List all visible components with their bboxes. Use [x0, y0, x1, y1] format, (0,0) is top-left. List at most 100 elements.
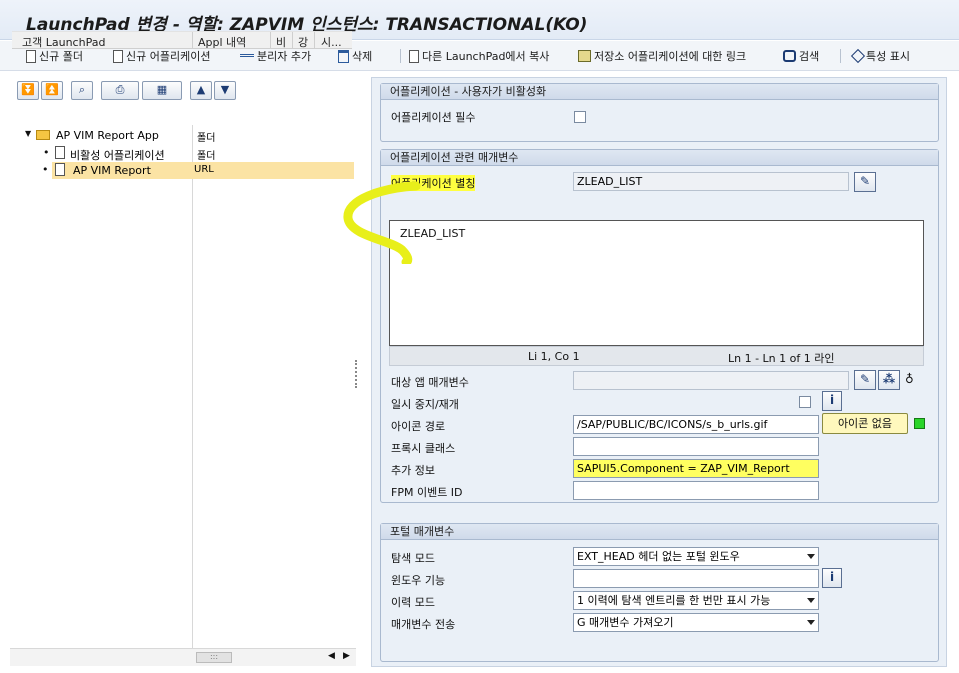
text-editor[interactable]: ZLEAD_LIST [389, 220, 924, 346]
nav-mode-value: EXT_HEAD 헤더 없는 포털 윈도우 [577, 550, 740, 563]
copy-from-launchpad-button[interactable]: 다른 LaunchPad에서 복사 [409, 48, 549, 64]
print-button[interactable]: ⎙ [101, 81, 139, 100]
scroll-right-icon[interactable]: ▶ [343, 651, 350, 661]
icon-path-label: 아이콘 경로 [391, 420, 446, 433]
pause-checkbox[interactable] [799, 396, 811, 408]
tree-node-label: AP VIM Report [73, 164, 151, 177]
group-title: 어플리케이션 관련 매개변수 [381, 150, 938, 166]
tree-node-label: 비활성 어플리케이션 [70, 149, 165, 162]
tree-node-inactive-apps[interactable]: • 비활성 어플리케이션 폴더 [12, 145, 354, 162]
link-icon [578, 50, 591, 62]
extra-info-label: 추가 정보 [391, 464, 435, 477]
horizontal-scrollbar[interactable]: ::: ◀ ▶ [10, 648, 356, 666]
column-header-launchpad[interactable]: 고객 LaunchPad [22, 34, 105, 50]
chevron-down-icon [807, 620, 815, 625]
no-icon-button[interactable]: 아이콘 없음 [822, 413, 908, 434]
param-transfer-dropdown[interactable]: G 매개변수 가져오기 [573, 613, 819, 632]
column-header-start[interactable]: 시... [321, 34, 342, 50]
window-func-info-button[interactable]: i [822, 568, 842, 588]
group-title: 어플리케이션 - 사용자가 비활성화 [381, 84, 938, 100]
delete-label: 삭제 [352, 50, 373, 63]
details-pane: 어플리케이션 - 사용자가 비활성화 어플리케이션 필수 어플리케이션 관련 매… [371, 77, 947, 667]
target-params-field [573, 371, 849, 390]
edit-alias-button[interactable]: ✎ [854, 172, 876, 192]
editor-line-count: Ln 1 - Ln 1 of 1 라인 [728, 352, 835, 365]
tree-header: 고객 LaunchPad Appl 내역 비 강 시... [12, 31, 352, 49]
toolbar-divider [840, 49, 841, 63]
tree-node-type: 폴더 [197, 151, 216, 162]
folder-icon [36, 130, 50, 140]
splitter-grip[interactable] [355, 360, 359, 388]
document-icon [26, 49, 36, 63]
column-header-description[interactable]: Appl 내역 [198, 34, 246, 50]
status-green-icon [914, 418, 925, 429]
group-title: 포털 매개변수 [381, 524, 938, 540]
tree-node-label: AP VIM Report App [56, 129, 159, 142]
new-folder-button[interactable]: 신규 폴더 [26, 48, 83, 64]
tree-column-divider [192, 125, 193, 648]
new-folder-label: 신규 폴더 [39, 50, 83, 63]
search-button[interactable]: 검색 [783, 48, 819, 64]
column-header-inactive[interactable]: 비 [276, 34, 286, 50]
extra-info-field[interactable]: SAPUI5.Component = ZAP_VIM_Report [573, 459, 819, 478]
hint-bulb-icon[interactable]: ♁ [905, 372, 914, 386]
page-icon [55, 146, 65, 159]
alias-field: ZLEAD_LIST [573, 172, 849, 191]
icon-path-field[interactable]: /SAP/PUBLIC/BC/ICONS/s_b_urls.gif [573, 415, 819, 434]
history-mode-value: 1 이력에 탐색 엔트리를 한 번만 표시 가능 [577, 594, 771, 607]
move-down-button[interactable]: ▼ [214, 81, 236, 100]
tree-toolbar: ⏬ ⏫ ⌕ ⎙ ▦ ▲ ▼ [17, 81, 236, 101]
column-divider [314, 32, 315, 49]
repo-link-button[interactable]: 저장소 어플리케이션에 대한 링크 [578, 48, 746, 64]
nav-mode-dropdown[interactable]: EXT_HEAD 헤더 없는 포털 윈도우 [573, 547, 819, 566]
copy-icon [409, 49, 419, 63]
highlight-annotation-stroke [343, 181, 421, 264]
move-up-button[interactable]: ▲ [190, 81, 212, 100]
tree-node-app-folder[interactable]: ▼ AP VIM Report App 폴더 [12, 127, 354, 144]
param-transfer-label: 매개변수 전송 [391, 618, 456, 631]
scroll-left-icon[interactable]: ◀ [328, 651, 335, 661]
delete-button[interactable]: 삭제 [338, 48, 372, 64]
history-mode-dropdown[interactable]: 1 이력에 탐색 엔트리를 한 번만 표시 가능 [573, 591, 819, 610]
binoculars-icon [783, 50, 796, 62]
show-properties-label: 특성 표시 [866, 50, 910, 63]
edit-target-params-button[interactable]: ✎ [854, 370, 876, 390]
portal-params-group: 포털 매개변수 탐색 모드 EXT_HEAD 헤더 없는 포털 윈도우 윈도우 … [380, 523, 939, 662]
repo-link-label: 저장소 어플리케이션에 대한 링크 [594, 50, 747, 63]
tree-node-type: 폴더 [197, 133, 216, 144]
required-checkbox[interactable] [574, 111, 586, 123]
layout-button[interactable]: ▦ [142, 81, 182, 100]
proxy-class-label: 프록시 클래스 [391, 442, 456, 455]
fpm-event-label: FPM 이벤트 ID [391, 486, 463, 499]
find-button[interactable]: ⌕ [71, 81, 93, 100]
separator-icon [240, 54, 254, 62]
expand-all-button[interactable]: ⏬ [17, 81, 39, 100]
window-func-label: 윈도우 기능 [391, 574, 446, 587]
new-app-button[interactable]: 신규 어플리케이션 [113, 48, 210, 64]
tree-bullet: • [42, 163, 49, 176]
deactivation-group: 어플리케이션 - 사용자가 비활성화 어플리케이션 필수 [380, 83, 939, 142]
expand-triangle-icon[interactable]: ▼ [25, 129, 31, 138]
tag-icon [850, 48, 866, 64]
editor-status-bar: Li 1, Co 1 Ln 1 - Ln 1 of 1 라인 [389, 346, 924, 366]
target-params-options-button[interactable]: ⁂ [878, 370, 900, 390]
tree-node-type: URL [194, 164, 214, 175]
collapse-all-button[interactable]: ⏫ [41, 81, 63, 100]
chevron-down-icon [807, 554, 815, 559]
column-header-strong[interactable]: 강 [298, 34, 308, 50]
pause-info-button[interactable]: i [822, 391, 842, 411]
tree-bullet: • [43, 146, 50, 159]
show-properties-button[interactable]: 특성 표시 [850, 48, 910, 64]
scrollbar-thumb[interactable]: ::: [196, 652, 232, 663]
column-divider [292, 32, 293, 49]
copy-from-launchpad-label: 다른 LaunchPad에서 복사 [422, 50, 550, 63]
search-label: 검색 [799, 50, 820, 63]
add-separator-button[interactable]: 분리자 추가 [240, 48, 311, 64]
editor-cursor-position: Li 1, Co 1 [528, 350, 580, 363]
window-func-field[interactable] [573, 569, 819, 588]
proxy-class-field[interactable] [573, 437, 819, 456]
fpm-event-field[interactable] [573, 481, 819, 500]
app-params-group: 어플리케이션 관련 매개변수 어플리케이션 별칭 ZLEAD_LIST ✎ ZL… [380, 149, 939, 503]
new-app-label: 신규 어플리케이션 [126, 50, 211, 63]
tree-node-ap-vim-report[interactable]: AP VIM Report URL [52, 162, 354, 179]
